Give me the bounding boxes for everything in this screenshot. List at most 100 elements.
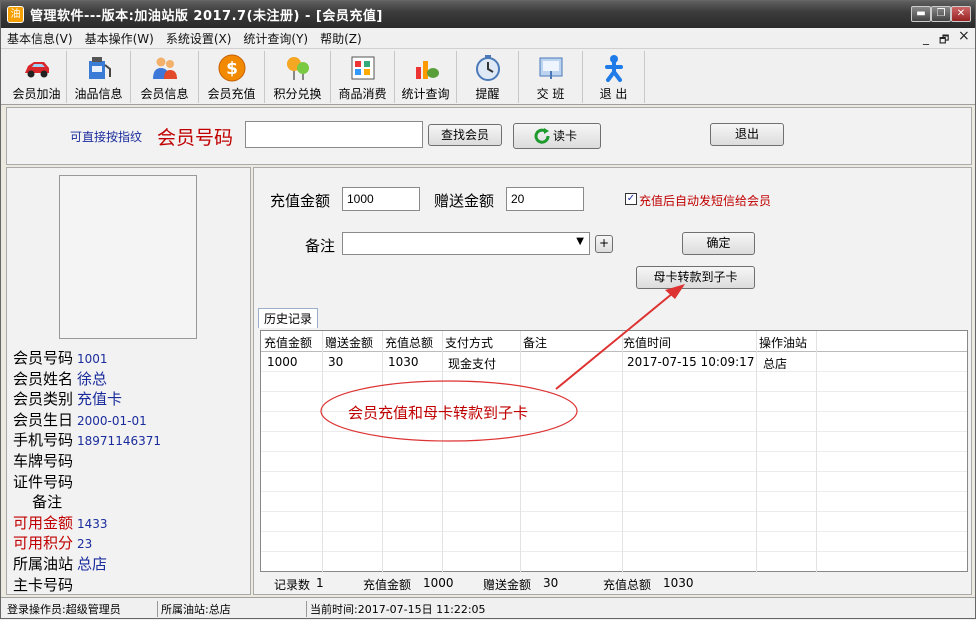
col-divider (442, 331, 443, 573)
column-header[interactable]: 充值金额 (264, 334, 312, 351)
toolbar-stats-button[interactable]: 统计查询 (395, 51, 457, 103)
member-field: 所属油站 总店 (13, 553, 107, 574)
table-cell[interactable]: 2017-07-15 10:09:17 (627, 355, 754, 369)
table-cell[interactable]: 现金支付 (448, 355, 496, 372)
recharge-panel: 充值金额 赠送金额 ✓ 充值后自动发短信给会员 备注 ▼ + 确定 母卡转款到子… (253, 167, 972, 595)
bonus-label: 赠送金额 (434, 192, 495, 210)
column-header[interactable]: 支付方式 (445, 334, 493, 351)
add-note-button[interactable]: + (595, 235, 613, 253)
exit-button[interactable]: 退出 (710, 123, 784, 146)
status-station: 所属油站:总店 (157, 601, 231, 617)
member-field-value: 1001 (77, 352, 108, 366)
table-cell[interactable]: 1030 (388, 355, 419, 369)
dollar-coin-icon: $ (218, 54, 245, 82)
history-table: 充值金额 赠送金额 充值总额 支付方式 备注 充值时间 操作油站 1000 30… (260, 330, 968, 573)
close-button[interactable]: ✕ (951, 6, 971, 22)
amount-input[interactable] (342, 187, 420, 211)
tab-history[interactable]: 历史记录 (258, 308, 319, 328)
member-field-label: 可用积分 (13, 534, 74, 553)
summary-amount: 1000 (423, 576, 454, 590)
table-cell[interactable]: 30 (328, 355, 343, 369)
stats-icon (415, 61, 439, 79)
member-field-label: 会员生日 (13, 410, 74, 429)
column-header[interactable]: 操作油站 (759, 334, 807, 351)
row-divider (261, 431, 967, 432)
member-no-input[interactable] (245, 121, 423, 148)
status-time: 当前时间:2017-07-15日 11:22:05 (306, 601, 486, 617)
member-field: 会员类别 充值卡 (13, 388, 122, 409)
member-field-value: 23 (77, 537, 93, 552)
refresh-icon (534, 128, 550, 144)
member-field-value: 1433 (77, 516, 108, 531)
menu-help[interactable]: 帮助(Z) (314, 30, 368, 47)
mdi-close-button[interactable]: × (958, 28, 970, 44)
toolbar-reminder-button[interactable]: 提醒 (457, 51, 519, 103)
toolbar-label: 会员充值 (207, 87, 256, 101)
toolbar-points-button[interactable]: 积分兑换 (265, 51, 331, 103)
menu-bar: 基本信息(V) 基本操作(W) 系统设置(X) 统计查询(Y) 帮助(Z) (1, 28, 975, 48)
row-divider (261, 471, 967, 472)
fingerprint-hint: 可直接按指纹 (70, 130, 143, 144)
col-divider (756, 331, 757, 573)
summary-bonus: 30 (543, 576, 559, 590)
record-count: 1 (316, 576, 324, 590)
table-cell[interactable]: 1000 (267, 355, 298, 369)
row-divider (261, 451, 967, 452)
column-header[interactable]: 充值总额 (385, 334, 433, 351)
shift-icon (539, 57, 562, 79)
transfer-button[interactable]: 母卡转款到子卡 (636, 266, 755, 289)
toolbar-member-info-button[interactable]: 会员信息 (131, 51, 199, 103)
toolbar-label: 会员加油 (12, 87, 61, 101)
maximize-button[interactable]: ❐ (931, 6, 951, 22)
toolbar-recharge-button[interactable]: $ 会员充值 (199, 51, 265, 103)
column-header[interactable]: 充值时间 (623, 334, 671, 351)
member-field: 备注 (13, 491, 66, 512)
minimize-button[interactable]: ▬ (911, 6, 931, 22)
bonus-input[interactable] (506, 187, 584, 211)
member-field-value: 充值卡 (77, 390, 123, 409)
menu-basic-info[interactable]: 基本信息(V) (1, 30, 79, 47)
svg-text:$: $ (226, 59, 238, 79)
header-divider (261, 351, 967, 352)
menu-settings[interactable]: 系统设置(X) (160, 30, 238, 47)
annotation-text: 会员充值和母卡转款到子卡 (348, 404, 529, 422)
sms-label: 充值后自动发短信给会员 (639, 194, 772, 208)
col-divider (816, 331, 817, 573)
confirm-button[interactable]: 确定 (682, 232, 755, 255)
member-field-label: 主卡号码 (13, 575, 74, 594)
table-cell[interactable]: 总店 (763, 355, 787, 372)
find-member-button[interactable]: 查找会员 (428, 124, 502, 146)
mdi-minimize-button[interactable]: _ (923, 31, 929, 45)
toolbar-oil-info-button[interactable]: 油品信息 (67, 51, 131, 103)
main-window: 油 管理软件---版本:加油站版 2017.7(未注册) - [会员充值] ▬ … (0, 0, 976, 619)
column-header[interactable]: 备注 (523, 334, 547, 351)
summary-total: 1030 (663, 576, 694, 590)
toolbar-exit-button[interactable]: 退 出 (583, 51, 645, 103)
column-header[interactable]: 赠送金额 (325, 334, 373, 351)
menu-basic-ops[interactable]: 基本操作(W) (79, 30, 160, 47)
member-field-label: 会员类别 (13, 390, 74, 409)
member-field-value: 徐总 (77, 369, 108, 388)
member-photo (59, 175, 197, 339)
toolbar-label: 会员信息 (140, 87, 189, 101)
read-card-button[interactable]: 读卡 (513, 123, 601, 149)
toolbar: 会员加油 油品信息 会员信息 $ 会员充值 积分兑换 商品消费 统计查询 提醒 (1, 48, 975, 105)
dropdown-arrow-icon[interactable]: ▼ (576, 236, 584, 247)
menu-stats[interactable]: 统计查询(Y) (237, 30, 314, 47)
member-field: 会员号码 1001 (13, 347, 108, 368)
member-field: 可用金额 1433 (13, 512, 108, 533)
toolbar-label: 提醒 (475, 87, 500, 101)
row-divider (261, 551, 967, 552)
member-field: 会员姓名 徐总 (13, 368, 107, 389)
member-no-label: 会员号码 (157, 127, 234, 149)
sms-checkbox[interactable]: ✓ (625, 193, 637, 205)
note-select[interactable]: ▼ (342, 232, 590, 255)
toolbar-refuel-button[interactable]: 会员加油 (7, 51, 67, 103)
row-divider (261, 531, 967, 532)
note-label: 备注 (305, 237, 336, 255)
read-card-label: 读卡 (552, 129, 577, 143)
title-bar[interactable]: 油 管理软件---版本:加油站版 2017.7(未注册) - [会员充值] ▬ … (1, 1, 975, 28)
member-field: 主卡号码 (13, 574, 77, 595)
toolbar-goods-button[interactable]: 商品消费 (331, 51, 395, 103)
toolbar-shift-button[interactable]: 交 班 (519, 51, 583, 103)
